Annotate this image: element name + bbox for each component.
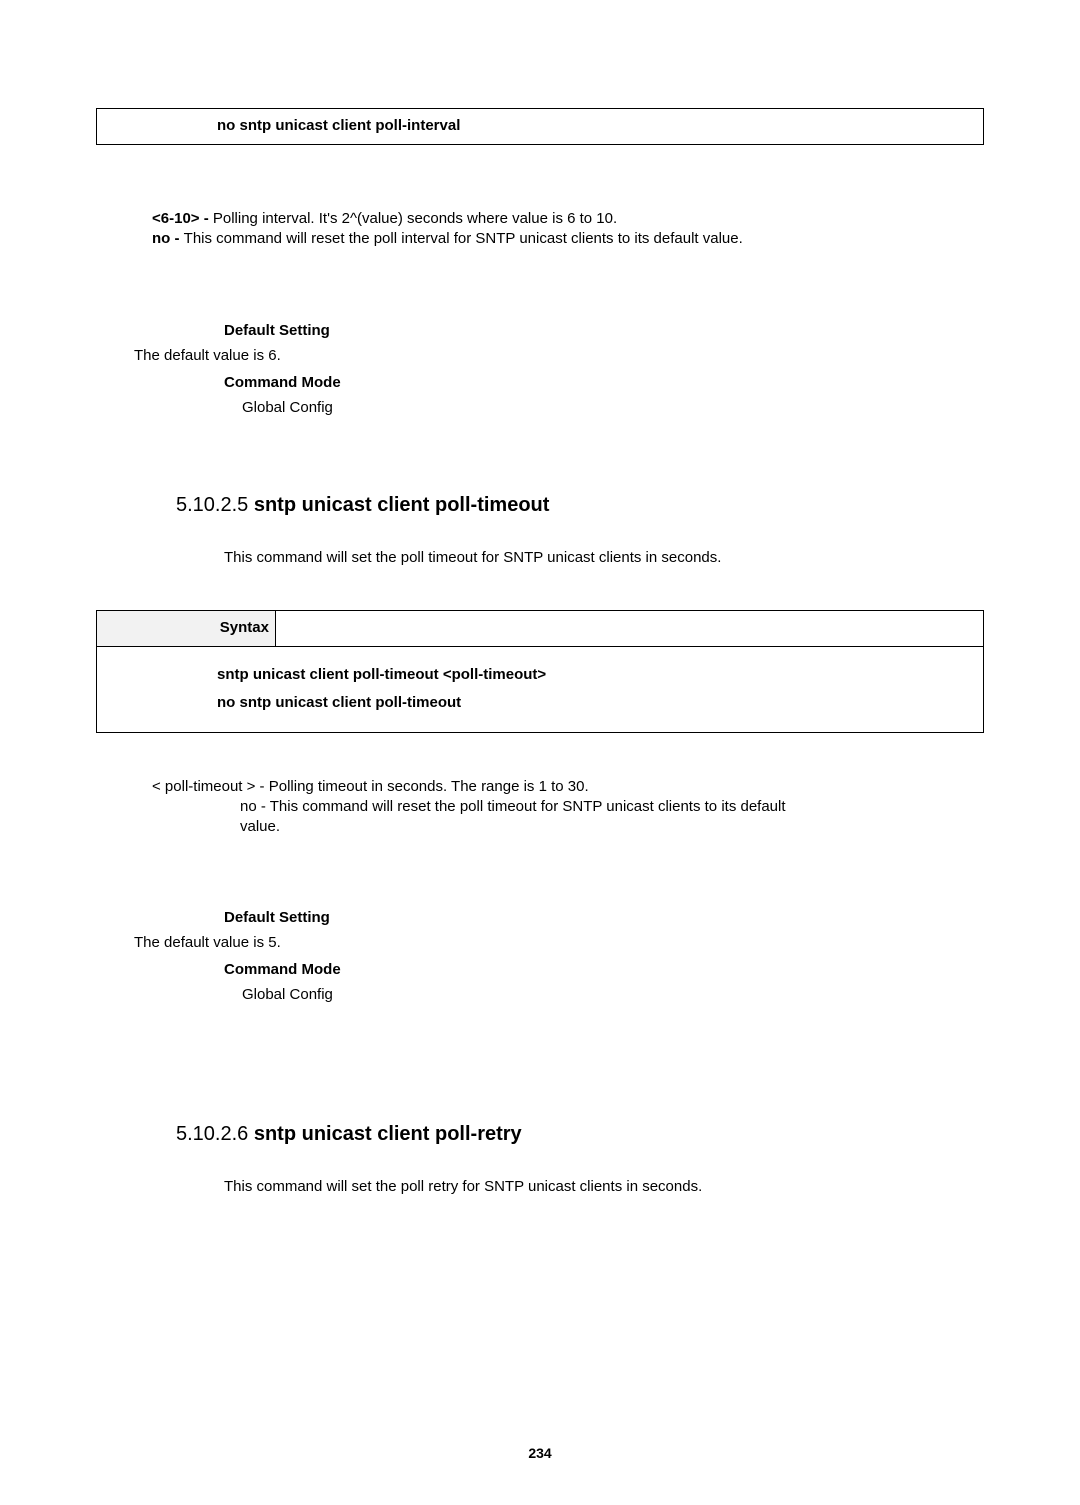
default-setting-heading-1: Default Setting [224,322,984,339]
command-mode-value-2: Global Config [242,986,984,1003]
command-mode-value-1: Global Config [242,399,984,416]
param-no-label-2: no - [240,798,270,815]
default-setting-value-1: The default value is 6. [134,347,984,364]
param-no-desc-2a: This command will reset the poll timeout… [270,798,786,815]
command-mode-heading-2: Command Mode [224,961,984,978]
syntax-label: Syntax [97,611,276,646]
section-6-desc: This command will set the poll retry for… [224,1178,984,1195]
section-name-6: sntp unicast client poll-retry [254,1123,522,1145]
section-5-10-2-5-title: 5.10.2.5 sntp unicast client poll-timeou… [176,494,984,517]
param-no-line-2: no - This command will reset the poll ti… [152,797,974,817]
default-setting-value-2: The default value is 5. [134,934,984,951]
section-name-5: sntp unicast client poll-timeout [254,494,550,516]
section-number-6: 5.10.2.6 [176,1123,254,1145]
param-6-10-desc: Polling interval. It's 2^(value) seconds… [213,210,617,227]
section-5-10-2-6-title: 5.10.2.6 sntp unicast client poll-retry [176,1123,984,1146]
section-number-5: 5.10.2.5 [176,494,254,516]
param-no-label-1: no - [152,230,184,247]
section-5-desc: This command will set the poll timeout f… [224,549,984,566]
syntax-header-row: Syntax [97,611,983,647]
param-6-10-label: <6-10> - [152,210,213,227]
syntax-box: Syntax sntp unicast client poll-timeout … [96,610,984,733]
param-poll-timeout-label: < poll-timeout > - [152,778,269,795]
document-page: no sntp unicast client poll-interval <6-… [0,108,1080,1505]
param-poll-timeout-desc: Polling timeout in seconds. The range is… [269,778,589,795]
parameter-block-2: < poll-timeout > - Polling timeout in se… [96,777,984,838]
parameter-block-1: <6-10> - Polling interval. It's 2^(value… [96,209,984,250]
param-no-desc-2b: value. [152,817,974,837]
default-setting-heading-2: Default Setting [224,909,984,926]
syntax-line-1: sntp unicast client poll-timeout <poll-t… [217,661,983,690]
syntax-box-line: no sntp unicast client poll-interval [217,117,460,134]
syntax-line-2: no sntp unicast client poll-timeout [217,689,983,718]
page-number: 234 [0,1445,1080,1461]
command-mode-heading-1: Command Mode [224,374,984,391]
syntax-box-continuation: no sntp unicast client poll-interval [96,108,984,145]
param-no-desc-1: This command will reset the poll interva… [184,230,743,247]
syntax-body: sntp unicast client poll-timeout <poll-t… [97,647,983,732]
